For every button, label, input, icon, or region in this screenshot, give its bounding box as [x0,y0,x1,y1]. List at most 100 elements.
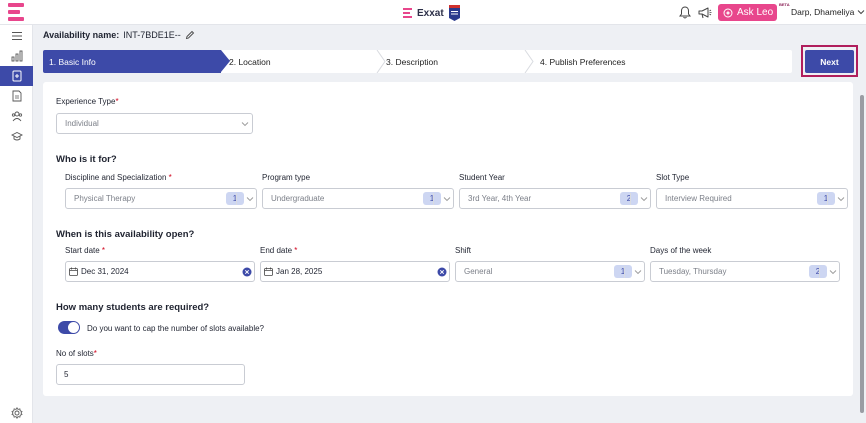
when-section-title: When is this availability open? [56,229,195,240]
graduation-icon [10,131,23,141]
availability-name-label: Availability name: [43,30,120,40]
chart-icon [11,50,22,62]
sidebar [0,25,33,423]
calendar-icon [69,267,78,276]
step-description[interactable]: 3. Description [386,50,438,73]
slots-value: 5 [64,370,69,379]
required-marker: * [294,246,298,255]
divider [819,266,820,278]
days-of-week-label: Days of the week [650,246,712,255]
document-icon [12,90,21,102]
program-type-value: Undergraduate [271,194,325,203]
slot-type-label: Slot Type [656,173,690,182]
student-year-value: 3rd Year, 4th Year [468,194,532,203]
calendar-icon [264,267,273,276]
days-count-badge: 2 [809,265,827,278]
divider [827,193,828,205]
experience-type-label: Experience Type* [56,97,119,106]
step-divider [376,50,386,73]
step-divider [524,50,534,73]
sidebar-item-settings[interactable] [0,403,33,423]
leo-icon [723,8,733,17]
sidebar-item-education[interactable] [0,126,33,146]
slots-label: No of slots* [56,349,97,358]
pencil-icon[interactable] [185,30,195,40]
chevron-down-icon [443,197,451,202]
days-of-week-value: Tuesday, Thursday [659,267,727,276]
chevron-down-icon [829,270,837,275]
start-date-label: Start date * [65,246,106,255]
student-year-label: Student Year [459,173,505,182]
discipline-select[interactable]: Physical Therapy 1 [65,188,257,209]
experience-type-value: Individual [65,119,99,128]
slot-type-value: Interview Required [665,194,732,203]
brand-mark-icon [403,8,412,18]
ask-leo-button[interactable]: Ask Leo [718,4,777,21]
discipline-label: Discipline and Specialization * [65,173,172,182]
start-date-picker[interactable]: Dec 31, 2024 [65,261,255,282]
brand: Exxat [403,4,460,22]
divider [630,193,631,205]
student-year-select[interactable]: 3rd Year, 4th Year 2 [459,188,651,209]
end-date-picker[interactable]: Jan 28, 2025 [260,261,450,282]
ask-leo-label: Ask Leo [737,7,774,18]
program-type-count-badge: 1 [423,192,441,205]
sidebar-item-availability[interactable] [0,66,33,86]
step-location[interactable]: 2. Location [229,50,271,73]
app-logo-icon[interactable] [8,3,24,21]
brand-name: Exxat [417,7,444,19]
top-bar: Exxat Ask Leo BETA Darp, Dhameliya [0,0,866,25]
program-type-select[interactable]: Undergraduate 1 [262,188,454,209]
availability-name-row: Availability name: INT-7BDE1E-- [43,28,195,42]
chevron-down-icon [640,197,648,202]
sidebar-item-users[interactable] [0,106,33,126]
end-date-value: Jan 28, 2025 [276,267,323,276]
cap-slots-label: Do you want to cap the number of slots a… [87,324,264,333]
user-name: Darp, Dhameliya [791,7,855,17]
experience-type-select[interactable]: Individual [56,113,253,134]
chevron-down-icon [837,197,845,202]
step-publish-preferences[interactable]: 4. Publish Preferences [540,50,626,73]
slots-input[interactable]: 5 [56,364,245,385]
sidebar-menu[interactable] [0,26,33,46]
menu-icon [11,32,22,40]
slot-type-select[interactable]: Interview Required 1 [656,188,848,209]
chevron-down-icon [857,10,865,15]
availability-icon [12,70,21,82]
required-marker: * [115,97,119,106]
shift-select[interactable]: General 1 [455,261,645,282]
toggle-knob [68,322,79,333]
award-badge-icon [448,5,460,21]
shift-value: General [464,267,493,276]
chevron-down-icon [246,197,254,202]
divider [433,193,434,205]
program-type-label: Program type [262,173,311,182]
divider [236,193,237,205]
who-section-title: Who is it for? [56,154,117,165]
required-marker: * [168,173,172,182]
how-many-section-title: How many students are required? [56,302,210,313]
settings-icon [10,407,23,419]
beta-badge: BETA [779,2,790,7]
next-button[interactable]: Next [805,50,854,73]
sidebar-item-reports[interactable] [0,46,33,66]
days-of-week-select[interactable]: Tuesday, Thursday 2 [650,261,840,282]
availability-name-value: INT-7BDE1E-- [123,30,181,40]
shift-label: Shift [455,246,472,255]
required-marker: * [93,349,97,358]
stepper: 1. Basic Info 2. Location 3. Description… [43,50,792,73]
required-marker: * [101,246,106,255]
bell-icon[interactable] [679,6,691,19]
clear-icon[interactable] [242,267,252,277]
shift-count-badge: 1 [614,265,632,278]
scrollbar-thumb[interactable] [860,95,864,413]
clear-icon[interactable] [437,267,447,277]
start-date-value: Dec 31, 2024 [81,267,129,276]
step-basic-info[interactable]: 1. Basic Info [49,50,96,73]
divider [624,266,625,278]
user-menu[interactable]: Darp, Dhameliya [791,7,865,17]
megaphone-icon[interactable] [698,6,712,19]
sidebar-item-documents[interactable] [0,86,33,106]
student-year-count-badge: 2 [620,192,638,205]
end-date-label: End date * [260,246,298,255]
